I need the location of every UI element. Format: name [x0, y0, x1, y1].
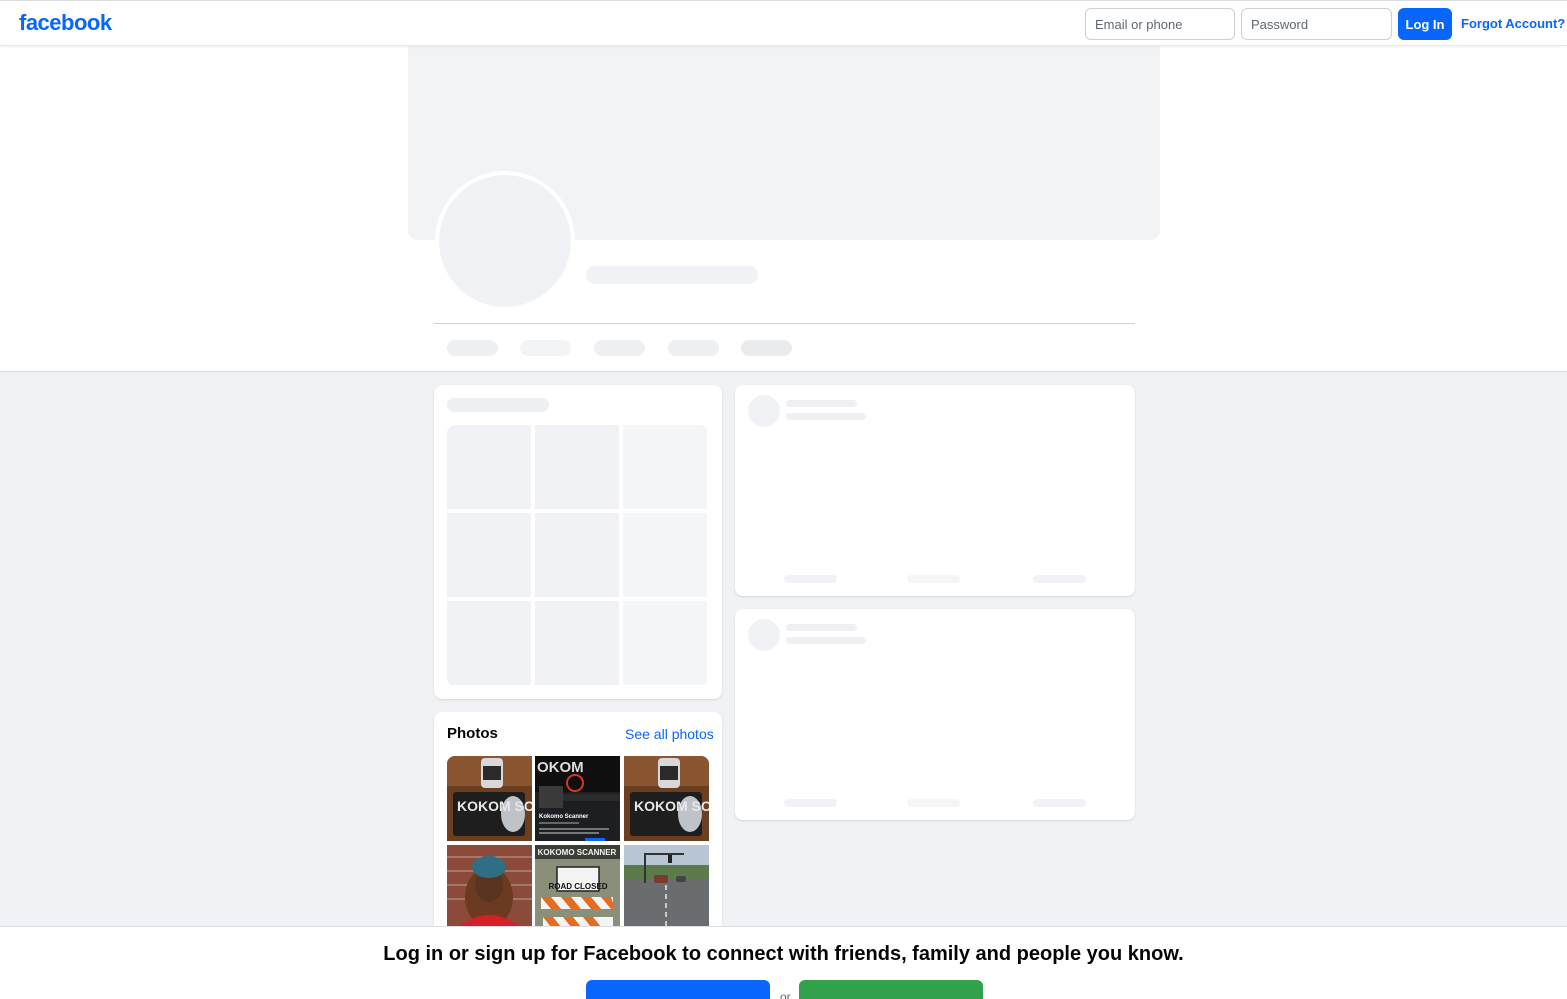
- photo-scanner-mousepad-2-image: KOKOM SCANNE: [624, 756, 709, 841]
- post-action-placeholder: [907, 799, 960, 807]
- grid-cell-placeholder: [535, 425, 619, 509]
- intro-title-placeholder: [447, 398, 549, 412]
- post-author-placeholder: [786, 400, 857, 407]
- photos-title: Photos: [447, 725, 498, 742]
- photo-kokomo-scanner-page[interactable]: OKOM Kokomo Scanner: [535, 756, 620, 841]
- photo-scanner-mousepad-2[interactable]: KOKOM SCANNE: [624, 756, 709, 841]
- post-action-placeholder: [907, 575, 960, 583]
- tab-placeholder: [594, 340, 645, 356]
- banner-login-button[interactable]: Log In: [586, 980, 770, 999]
- photo-caption: KOKOM SCANNE: [634, 798, 709, 814]
- grid-cell-placeholder: [623, 425, 707, 509]
- post-placeholder: [735, 385, 1135, 596]
- post-placeholder: [735, 609, 1135, 820]
- or-separator: or: [780, 990, 791, 999]
- photo-grid-placeholder: [447, 425, 708, 686]
- profile-header: [0, 46, 1567, 372]
- grid-cell-placeholder: [623, 601, 707, 685]
- tab-placeholder: [447, 340, 498, 356]
- photo-caption: ROAD CLOSED: [548, 882, 607, 891]
- create-account-button[interactable]: Create new account: [799, 980, 983, 999]
- post-action-placeholder: [784, 575, 837, 583]
- signup-banner: Log in or sign up for Facebook to connec…: [0, 926, 1567, 999]
- post-avatar-placeholder: [748, 395, 780, 427]
- photo-street-intersection[interactable]: [624, 845, 709, 930]
- post-author-placeholder: [786, 624, 857, 631]
- login-button[interactable]: Log In: [1398, 8, 1452, 40]
- profile-name-placeholder: [586, 266, 758, 284]
- svg-text:OKOM: OKOM: [537, 759, 584, 776]
- tab-placeholder: [668, 340, 719, 356]
- intro-card-placeholder: [434, 385, 722, 699]
- grid-cell-placeholder: [535, 601, 619, 685]
- photo-person-portrait-image: [447, 845, 532, 930]
- forgot-account-link[interactable]: Forgot Account?: [1461, 16, 1565, 31]
- password-field[interactable]: [1241, 8, 1392, 40]
- photo-scanner-mousepad-image: KOKOM SCANNE: [447, 756, 532, 841]
- grid-cell-placeholder: [447, 601, 531, 685]
- facebook-logo[interactable]: facebook: [19, 10, 112, 36]
- post-action-placeholder: [784, 799, 837, 807]
- tab-placeholder: [741, 340, 792, 356]
- signup-prompt-text: Log in or sign up for Facebook to connec…: [383, 943, 1184, 965]
- photo-caption: Kokomo Scanner: [539, 814, 589, 820]
- photo-person-portrait[interactable]: [447, 845, 532, 930]
- post-avatar-placeholder: [748, 619, 780, 651]
- post-meta-placeholder: [786, 413, 866, 420]
- photo-road-closed[interactable]: KOKOMO SCANNER ROAD CLOSED: [535, 845, 620, 930]
- email-field[interactable]: [1085, 8, 1235, 40]
- grid-cell-placeholder: [535, 513, 619, 597]
- header-divider: [434, 323, 1135, 324]
- post-action-placeholder: [1033, 575, 1086, 583]
- photo-road-closed-image: KOKOMO SCANNER ROAD CLOSED: [535, 845, 620, 930]
- post-meta-placeholder: [786, 637, 866, 644]
- top-navigation-bar: facebook Log In Forgot Account?: [0, 0, 1567, 46]
- see-all-photos-link[interactable]: See all photos: [625, 726, 714, 742]
- grid-cell-placeholder: [623, 513, 707, 597]
- photo-kokomo-scanner-page-image: OKOM Kokomo Scanner: [535, 756, 620, 841]
- post-action-placeholder: [1033, 799, 1086, 807]
- photo-banner-text: KOKOMO SCANNER: [538, 848, 617, 857]
- tab-placeholder: [520, 340, 571, 356]
- photo-caption: KOKOM SCANNE: [457, 798, 532, 814]
- photo-scanner-mousepad[interactable]: KOKOM SCANNE: [447, 756, 532, 841]
- grid-cell-placeholder: [447, 513, 531, 597]
- photo-street-intersection-image: [624, 845, 709, 930]
- profile-picture-placeholder: [435, 171, 575, 311]
- grid-cell-placeholder: [447, 425, 531, 509]
